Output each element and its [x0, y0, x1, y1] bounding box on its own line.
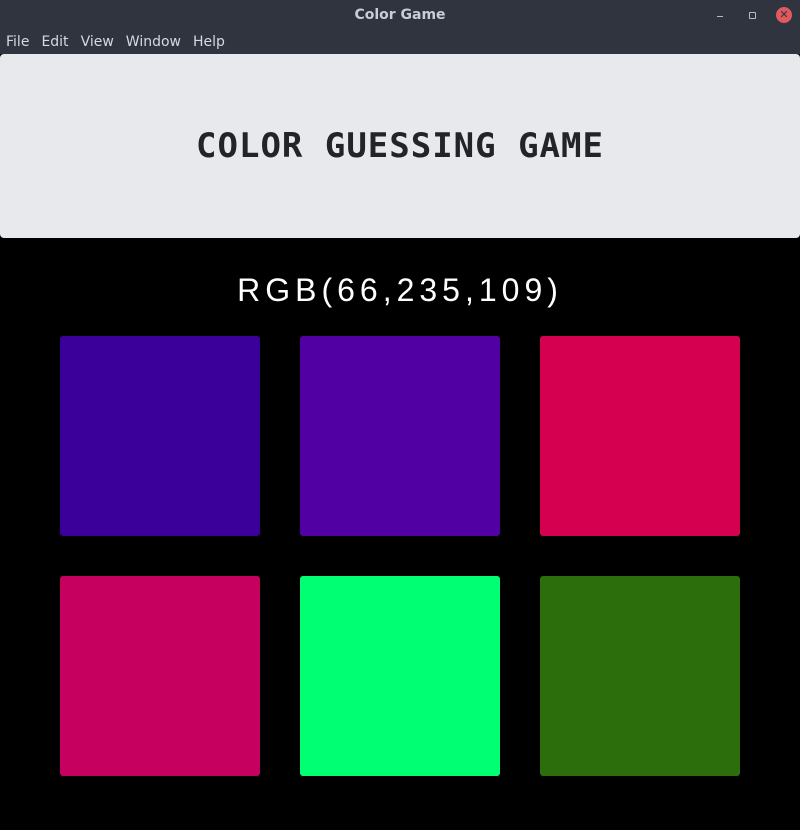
maximize-button[interactable]: [744, 7, 760, 23]
menu-bar: File Edit View Window Help: [0, 30, 800, 54]
game-header: COLOR GUESSING GAME: [0, 54, 800, 238]
menu-file[interactable]: File: [0, 34, 35, 50]
menu-help[interactable]: Help: [187, 34, 231, 50]
close-button[interactable]: ✕: [776, 7, 792, 23]
menu-view[interactable]: View: [75, 34, 120, 50]
maximize-icon: [748, 11, 756, 19]
minimize-icon: [717, 15, 723, 17]
color-swatch-5[interactable]: [300, 576, 500, 776]
menu-window[interactable]: Window: [120, 34, 187, 50]
target-rgb-display: RGB(66,235,109): [237, 272, 563, 308]
window-title: Color Game: [354, 7, 446, 23]
color-swatch-1[interactable]: [60, 336, 260, 536]
game-title: COLOR GUESSING GAME: [196, 126, 604, 166]
color-swatch-2[interactable]: [300, 336, 500, 536]
color-swatch-4[interactable]: [60, 576, 260, 776]
menu-edit[interactable]: Edit: [35, 34, 74, 50]
title-bar: Color Game ✕: [0, 0, 800, 30]
close-icon: ✕: [779, 8, 789, 21]
minimize-button[interactable]: [712, 7, 728, 23]
color-swatch-3[interactable]: [540, 336, 740, 536]
color-swatch-6[interactable]: [540, 576, 740, 776]
